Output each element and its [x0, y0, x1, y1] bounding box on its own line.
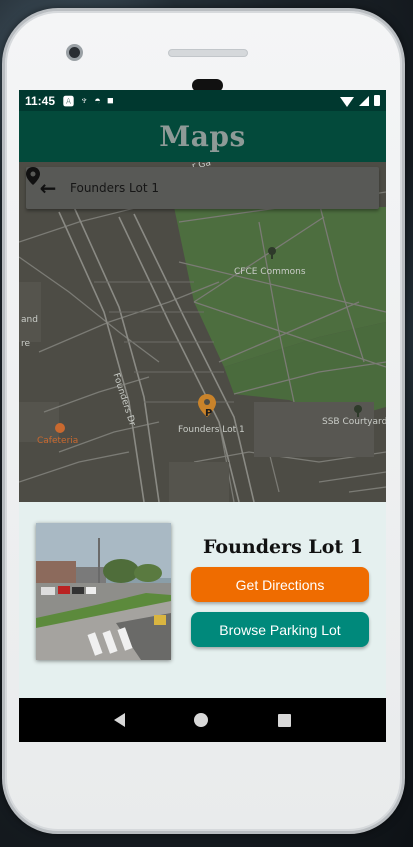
wifi-icon — [340, 96, 354, 107]
map-label-ssb: SSB Courtyard — [322, 417, 386, 427]
a-icon: 🅰︎ — [63, 95, 75, 108]
map-view[interactable]: CFCE Commons SSB Courtyard Founders Lot … — [19, 162, 386, 502]
lot-title: Founders Lot 1 — [202, 536, 364, 558]
parking-lot-photo[interactable] — [36, 523, 171, 660]
phone-screen: 11:45 🅰︎ ♆ ◓ ■ Maps CFCE Commons SSB Cou… — [19, 90, 386, 742]
earpiece — [168, 49, 248, 57]
sdcard-icon: ■ — [106, 94, 114, 107]
browse-parking-lot-button[interactable]: Browse Parking Lot — [191, 612, 369, 647]
app-bar: Maps — [19, 111, 386, 162]
battery-icon — [374, 95, 380, 106]
search-input[interactable] — [70, 181, 339, 195]
map-label-cfce: CFCE Commons — [234, 267, 306, 277]
map-label-cafeteria: Cafeteria — [37, 436, 79, 446]
nav-recents-icon[interactable] — [278, 713, 292, 727]
front-camera — [66, 44, 83, 61]
usb-icon: ♆ — [80, 94, 89, 107]
nfc-icon: ◓ — [94, 94, 101, 107]
map-label-marker: Founders Lot 1 — [178, 425, 245, 435]
map-label-edge-and: and — [21, 315, 38, 325]
search-bar: ← — [26, 167, 379, 209]
get-directions-button[interactable]: Get Directions — [191, 567, 369, 602]
status-time: 11:45 — [25, 93, 56, 108]
map-pin-icon[interactable] — [26, 167, 379, 209]
lot-info-card: Founders Lot 1 Get Directions Browse Par… — [19, 502, 386, 698]
map-canvas — [19, 162, 386, 502]
parking-p-icon: P — [205, 408, 213, 419]
app-title: Maps — [159, 120, 246, 153]
signal-icon — [359, 95, 369, 106]
android-nav-bar — [19, 698, 386, 742]
status-bar: 11:45 🅰︎ ♆ ◓ ■ — [19, 90, 386, 111]
map-label-edge-re: re — [21, 339, 31, 349]
nav-home-icon[interactable] — [194, 713, 209, 727]
nav-back-icon[interactable] — [113, 713, 125, 727]
